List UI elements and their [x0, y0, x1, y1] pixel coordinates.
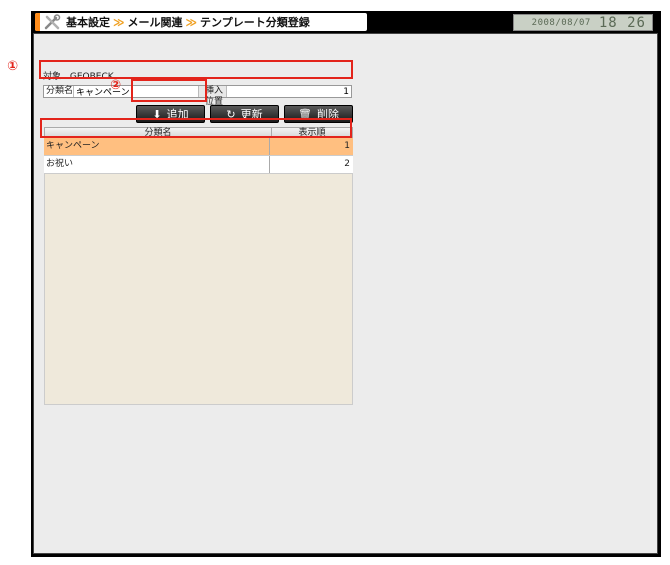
clock-display: 2008/08/07 18 26 [513, 14, 653, 31]
category-form-row: 分類名 挿入位置 [43, 85, 352, 107]
breadcrumb-separator-icon: ≫ [185, 15, 198, 29]
target-label: 対象 [43, 72, 62, 82]
breadcrumb: 基本設定 ≫ メール関連 ≫ テンプレート分類登録 [35, 13, 367, 31]
delete-button[interactable]: 🗑 削除 [284, 105, 353, 123]
target-value: GEOBECK [69, 72, 114, 82]
cell-name: キャンペーン [44, 138, 270, 155]
refresh-icon: ↻ [226, 107, 236, 121]
cell-order: 2 [344, 159, 350, 169]
clock-date: 2008/08/07 [531, 17, 591, 28]
annotation-marker-2: ② [110, 78, 122, 93]
update-button-label: 更新 [240, 108, 263, 121]
annotation-marker-1: ① [7, 59, 19, 74]
category-table: 分類名 表示順 キャンペーン 1 お祝い 2 [44, 127, 353, 405]
cell-order: 1 [344, 141, 350, 151]
target-line: 対象 GEOBECK [43, 69, 120, 82]
main-panel: 対象 GEOBECK 分類名 挿入位置 ⬇ 追加 ↻ 更新 🗑 削除 分類名 表… [33, 33, 658, 554]
app-window: 基本設定 ≫ メール関連 ≫ テンプレート分類登録 2008/08/07 18 … [31, 11, 661, 557]
column-header-name[interactable]: 分類名 [45, 128, 272, 138]
column-header-order[interactable]: 表示順 [272, 128, 352, 138]
delete-button-label: 削除 [316, 108, 339, 121]
update-button[interactable]: ↻ 更新 [210, 105, 279, 123]
trash-icon: 🗑 [298, 107, 312, 121]
breadcrumb-item-basic-settings[interactable]: 基本設定 [66, 14, 110, 30]
cell-name: お祝い [44, 156, 270, 173]
tools-icon [44, 14, 61, 30]
accent-bar [35, 13, 40, 31]
table-header: 分類名 表示順 [44, 127, 353, 138]
add-button[interactable]: ⬇ 追加 [136, 105, 205, 123]
table-row[interactable]: キャンペーン 1 [44, 138, 353, 156]
download-arrow-icon: ⬇ [152, 107, 162, 121]
page-title: テンプレート分類登録 [200, 16, 310, 29]
add-button-label: 追加 [166, 108, 189, 121]
clock-time: 18 26 [598, 14, 646, 31]
position-input[interactable] [226, 86, 351, 97]
position-label: 挿入位置 [198, 86, 226, 107]
table-empty-area [44, 174, 353, 405]
category-name-input[interactable] [73, 86, 199, 97]
breadcrumb-separator-icon: ≫ [113, 15, 125, 29]
category-label: 分類名 [46, 86, 74, 96]
table-row[interactable]: お祝い 2 [44, 156, 353, 174]
breadcrumb-item-mail[interactable]: メール関連 [128, 14, 183, 30]
